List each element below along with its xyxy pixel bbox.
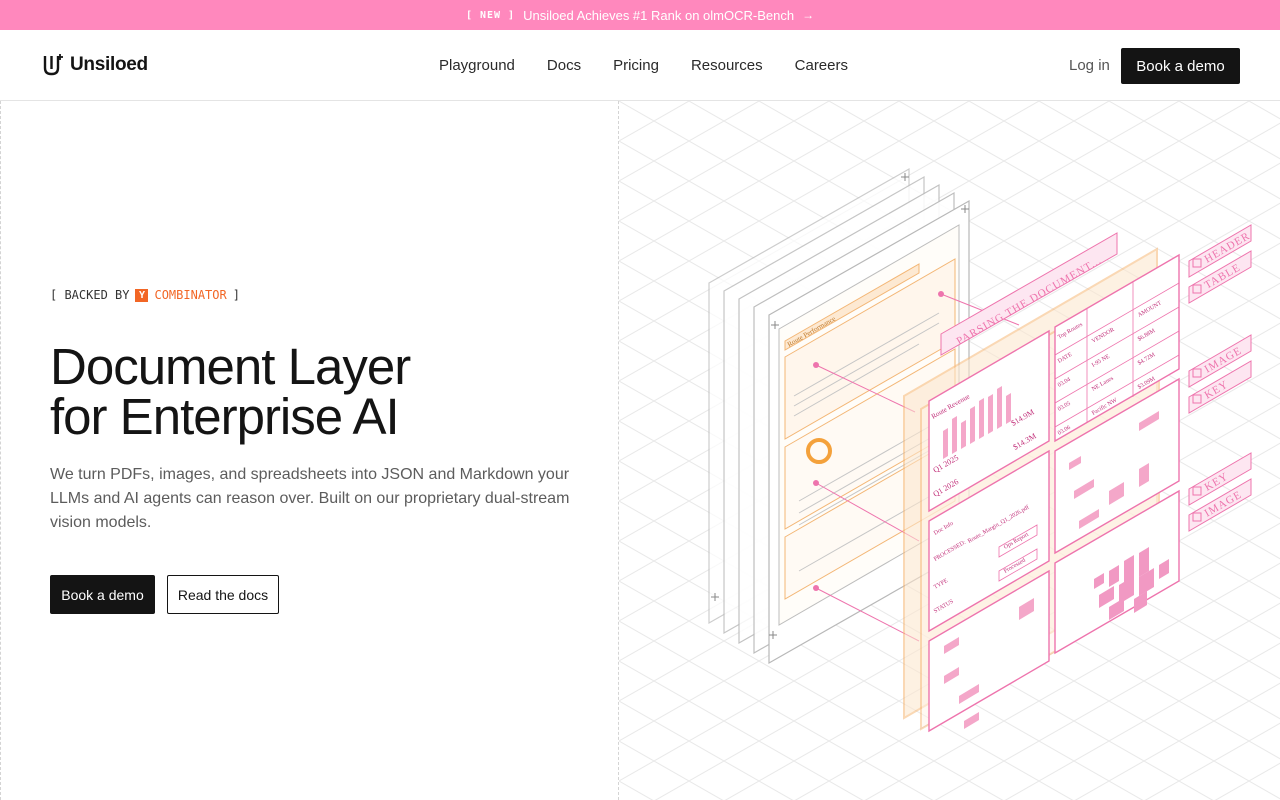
nav-link-docs[interactable]: Docs: [547, 57, 581, 74]
isometric-document-illustration: Route Performance PARSING THE DOCUMENT..…: [619, 101, 1280, 800]
hero-book-demo-button[interactable]: Book a demo: [50, 575, 155, 614]
nav-link-resources[interactable]: Resources: [691, 57, 763, 74]
main-menu: Playground Docs Pricing Resources Career…: [439, 57, 848, 74]
top-nav: Unsiloed Playground Docs Pricing Resourc…: [0, 30, 1280, 101]
headline-line-2: for Enterprise AI: [50, 388, 400, 445]
backed-by-yc: [ BACKED BY Y COMBINATOR ]: [50, 288, 240, 302]
nav-link-playground[interactable]: Playground: [439, 57, 515, 74]
combinator-label: COMBINATOR: [154, 288, 227, 302]
hero-headline: Document Layer for Enterprise AI: [50, 341, 411, 445]
headline-line-1: Document Layer: [50, 338, 411, 395]
hero-subtext: We turn PDFs, images, and spreadsheets i…: [50, 466, 570, 531]
login-link[interactable]: Log in: [1069, 57, 1110, 74]
announcement-text[interactable]: Unsiloed Achieves #1 Rank on olmOCR-Benc…: [523, 8, 794, 23]
ycombinator-icon: Y: [135, 288, 149, 302]
arrow-right-icon: →: [802, 8, 815, 22]
logo-text: Unsiloed: [70, 54, 148, 75]
read-docs-button[interactable]: Read the docs: [167, 575, 279, 614]
hero-illustration: Route Performance PARSING THE DOCUMENT..…: [619, 101, 1280, 800]
nav-link-pricing[interactable]: Pricing: [613, 57, 659, 74]
nav-link-careers[interactable]: Careers: [795, 57, 848, 74]
backed-by-label: [ BACKED BY: [50, 288, 130, 302]
backed-by-close: ]: [232, 288, 240, 302]
nav-book-demo-button[interactable]: Book a demo: [1121, 48, 1240, 84]
unsiloed-logo-icon: [43, 54, 63, 76]
new-badge: [ NEW ]: [465, 9, 516, 21]
logo[interactable]: Unsiloed: [42, 53, 148, 77]
announcement-banner[interactable]: [ NEW ] Unsiloed Achieves #1 Rank on olm…: [0, 0, 1280, 30]
left-dashed-border: [0, 101, 1, 800]
